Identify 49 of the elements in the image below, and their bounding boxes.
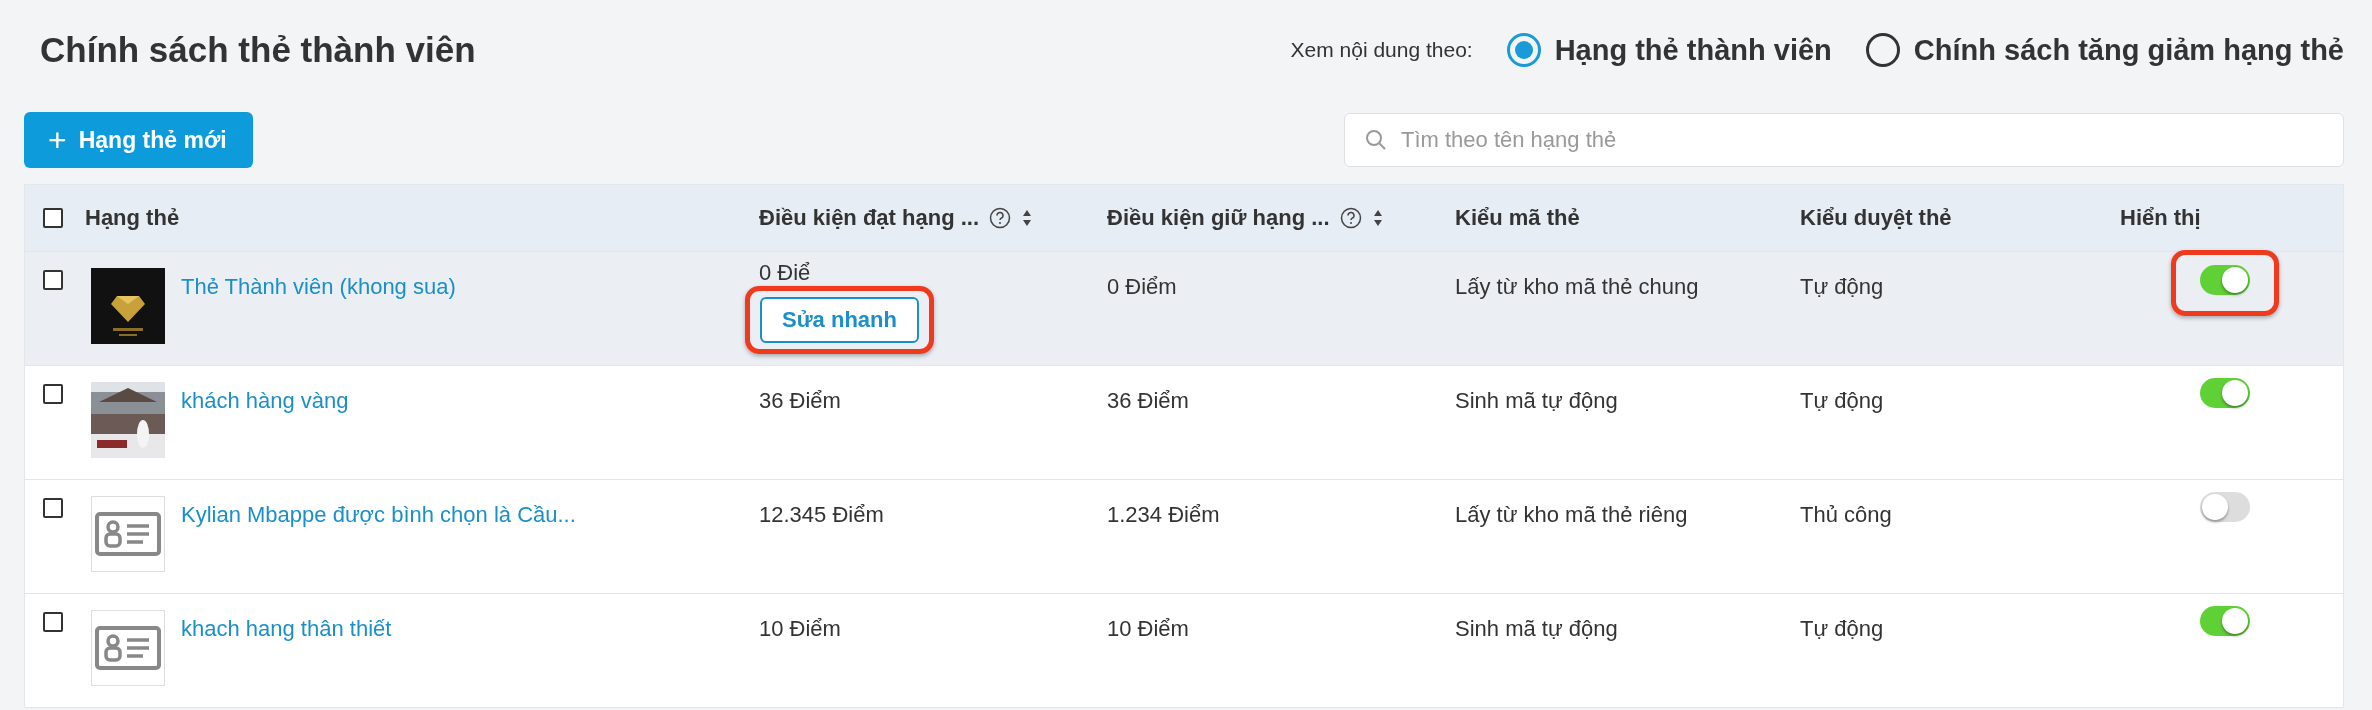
select-all-checkbox[interactable] (43, 208, 63, 228)
table-cell: Sinh mã tự động (1455, 388, 1618, 413)
table-cell: 12.345 Điểm (759, 502, 884, 527)
quick-edit-button[interactable]: Sửa nhanh (760, 297, 919, 343)
visibility-toggle[interactable] (2199, 492, 2250, 522)
visibility-toggle[interactable] (2199, 265, 2250, 295)
id-card-icon (91, 496, 165, 572)
view-by-label: Xem nội dung theo: (1290, 38, 1473, 62)
search-icon (1364, 128, 1388, 152)
page-title: Chính sách thẻ thành viên (40, 30, 476, 70)
search-field[interactable]: Tìm theo tên hạng thẻ (1344, 113, 2344, 167)
table-cell: Tự động (1800, 388, 1884, 413)
visibility-toggle[interactable] (2199, 378, 2250, 408)
table-cell: 0 Điể (759, 260, 811, 285)
view-option-radio[interactable]: Chính sách tăng giảm hạng thẻ (1865, 33, 2344, 67)
table-cell: 10 Điểm (1107, 616, 1189, 641)
sort-icon[interactable] (1021, 208, 1034, 228)
table-cell: Thủ công (1800, 502, 1892, 527)
row-checkbox[interactable] (43, 612, 63, 632)
help-icon[interactable] (989, 207, 1012, 229)
table-cell: Lấy từ kho mã thẻ riêng (1455, 502, 1688, 527)
column-header: Hiển thị (2120, 205, 2201, 231)
column-header: Kiểu mã thẻ (1455, 205, 1580, 231)
table-cell: Sinh mã tự động (1455, 616, 1618, 641)
row-checkbox[interactable] (43, 498, 63, 518)
column-header: Điều kiện đạt hạng ... (759, 205, 980, 231)
table-cell: Tự động (1800, 616, 1884, 641)
help-icon[interactable] (1339, 207, 1362, 229)
column-header: Điều kiện giữ hạng ... (1107, 205, 1330, 231)
table-cell: 0 Điểm (1107, 274, 1177, 299)
row-checkbox[interactable] (43, 270, 63, 290)
table-cell: 1.234 Điểm (1107, 502, 1220, 527)
tier-name-link[interactable]: khách hàng vàng (181, 388, 349, 458)
id-card-icon (91, 610, 165, 686)
tier-name-link[interactable]: Kylian Mbappe được bình chọn là Cầu... (181, 502, 576, 572)
tier-name-link[interactable]: Thẻ Thành viên (khong sua) (181, 274, 456, 344)
tier-name-link[interactable]: khach hang thân thiết (181, 616, 392, 686)
row-checkbox[interactable] (43, 384, 63, 404)
column-header: Hạng thẻ (85, 205, 180, 231)
visibility-toggle[interactable] (2199, 606, 2250, 636)
view-option-radio[interactable]: Hạng thẻ thành viên (1506, 33, 1832, 67)
table-cell: 10 Điểm (759, 616, 841, 641)
column-header: Kiểu duyệt thẻ (1800, 205, 1952, 231)
sort-icon[interactable] (1371, 208, 1384, 228)
new-tier-button[interactable]: + Hạng thẻ mới (24, 112, 253, 168)
table-cell: Lấy từ kho mã thẻ chung (1455, 274, 1699, 299)
table-cell: 36 Điểm (759, 388, 841, 413)
table-cell: 36 Điểm (1107, 388, 1189, 413)
table-cell: Tự động (1800, 274, 1884, 299)
